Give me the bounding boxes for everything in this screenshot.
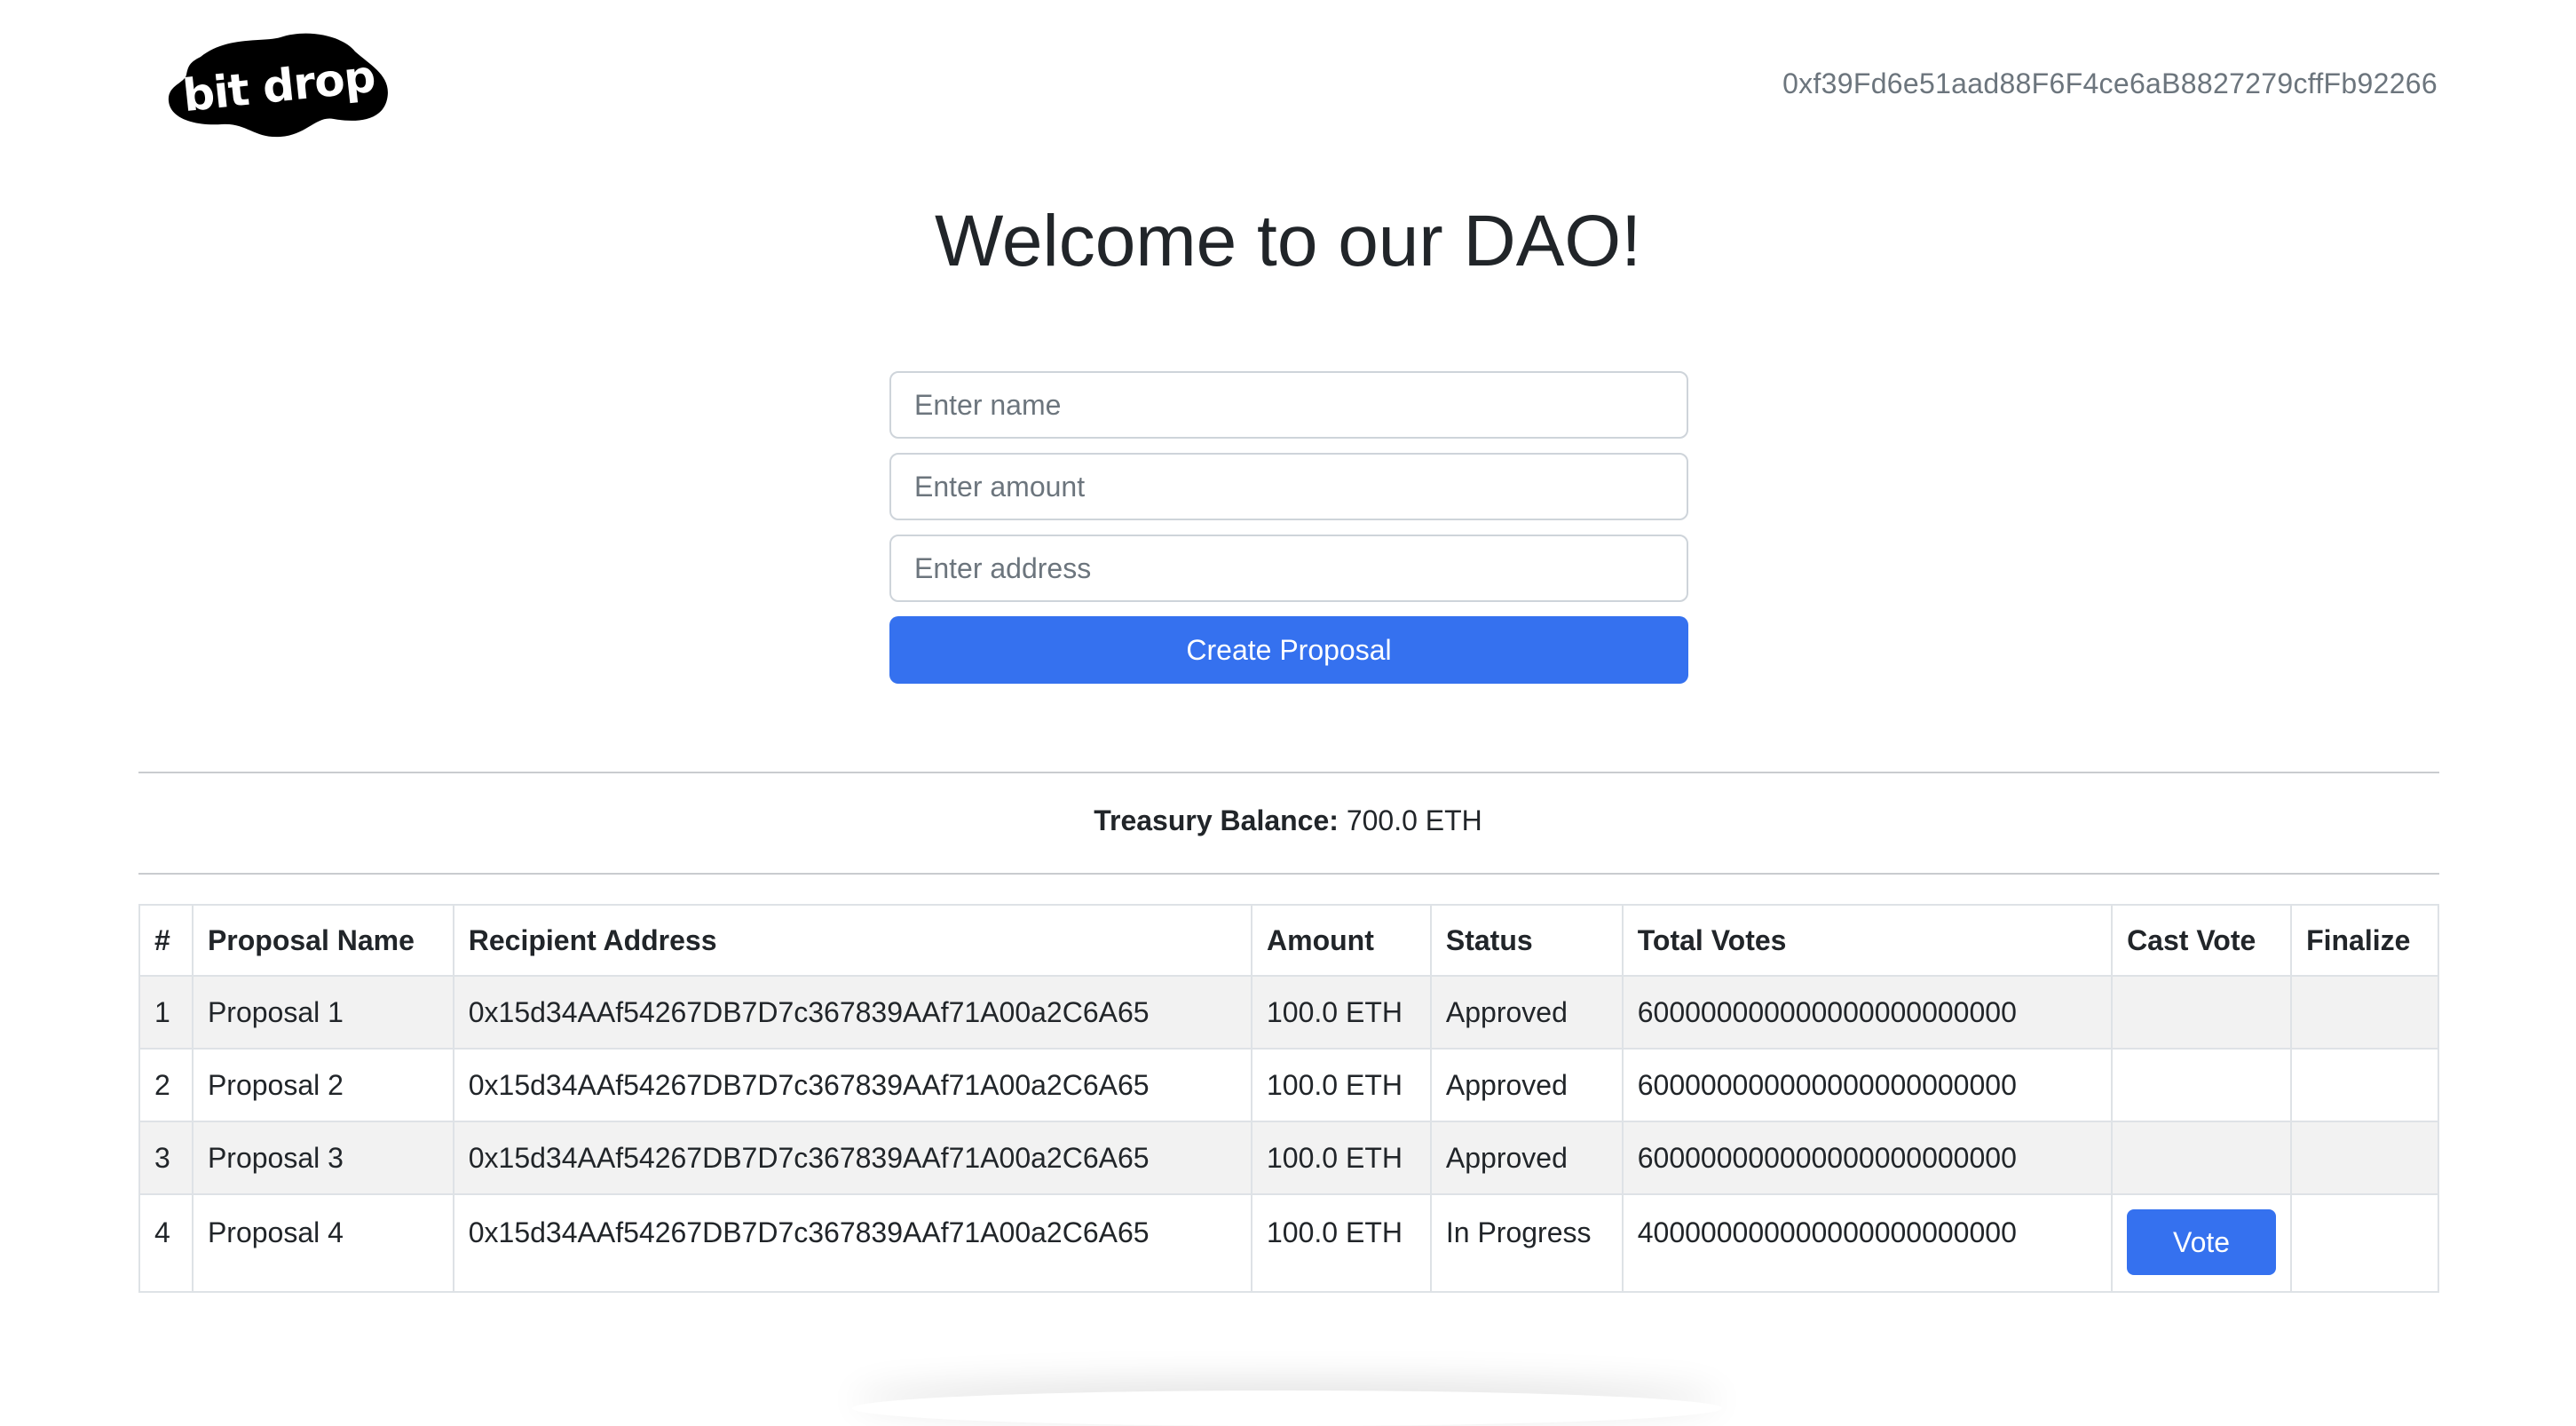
divider-top — [138, 772, 2439, 773]
row-recipient-address: 0x15d34AAf54267DB7D7c367839AAf71A00a2C6A… — [452, 1048, 1253, 1122]
row-index: 1 — [138, 975, 194, 1050]
row-cast-vote — [2111, 1121, 2293, 1195]
create-proposal-form: Create Proposal — [889, 371, 1688, 684]
header-status: Status — [1429, 904, 1624, 977]
row-recipient-address: 0x15d34AAf54267DB7D7c367839AAf71A00a2C6A… — [452, 975, 1253, 1050]
header-amount: Amount — [1251, 904, 1432, 977]
row-amount: 100.0 ETH — [1251, 1121, 1432, 1195]
header-total-votes: Total Votes — [1621, 904, 2114, 977]
divider-bottom — [138, 873, 2439, 875]
proposals-table: # Proposal Name Recipient Address Amount… — [138, 904, 2439, 1293]
row-total-votes: 600000000000000000000000 — [1621, 1121, 2114, 1195]
treasury-balance: Treasury Balance: 700.0 ETH — [0, 804, 2576, 837]
row-proposal-name: Proposal 1 — [191, 975, 454, 1050]
row-finalize — [2290, 1048, 2439, 1122]
header-index: # — [138, 904, 194, 977]
header-finalize: Finalize — [2290, 904, 2439, 977]
row-finalize — [2290, 975, 2439, 1050]
header-recipient-address: Recipient Address — [452, 904, 1253, 977]
row-finalize — [2290, 1121, 2439, 1195]
header-cast-vote: Cast Vote — [2111, 904, 2293, 977]
row-cast-vote — [2111, 1048, 2293, 1122]
table-row: 3 Proposal 3 0x15d34AAf54267DB7D7c367839… — [138, 1121, 2439, 1195]
row-cast-vote — [2111, 975, 2293, 1050]
row-recipient-address: 0x15d34AAf54267DB7D7c367839AAf71A00a2C6A… — [452, 1121, 1253, 1195]
bit-drop-logo[interactable]: bit drop — [165, 30, 392, 140]
proposal-address-input[interactable] — [889, 535, 1688, 602]
treasury-value: 700.0 ETH — [1346, 804, 1482, 836]
table-row: 2 Proposal 2 0x15d34AAf54267DB7D7c367839… — [138, 1048, 2439, 1122]
table-header-row: # Proposal Name Recipient Address Amount… — [138, 904, 2439, 977]
row-amount: 100.0 ETH — [1251, 1193, 1432, 1293]
wallet-address: 0xf39Fd6e51aad88F6F4ce6aB8827279cffFb922… — [1782, 67, 2438, 99]
vote-button[interactable]: Vote — [2127, 1209, 2277, 1275]
row-total-votes: 600000000000000000000000 — [1621, 975, 2114, 1050]
row-proposal-name: Proposal 4 — [191, 1193, 454, 1293]
header-proposal-name: Proposal Name — [191, 904, 454, 977]
row-total-votes: 400000000000000000000000 — [1621, 1193, 2114, 1293]
bottom-shadow — [852, 1390, 1722, 1426]
row-index: 3 — [138, 1121, 194, 1195]
row-amount: 100.0 ETH — [1251, 975, 1432, 1050]
row-index: 4 — [138, 1193, 194, 1293]
row-status: Approved — [1429, 1048, 1624, 1122]
page-title: Welcome to our DAO! — [935, 201, 1641, 281]
row-status: In Progress — [1429, 1193, 1624, 1293]
row-status: Approved — [1429, 975, 1624, 1050]
table-row: 1 Proposal 1 0x15d34AAf54267DB7D7c367839… — [138, 975, 2439, 1050]
row-recipient-address: 0x15d34AAf54267DB7D7c367839AAf71A00a2C6A… — [452, 1193, 1253, 1293]
proposal-amount-input[interactable] — [889, 453, 1688, 520]
row-proposal-name: Proposal 2 — [191, 1048, 454, 1122]
row-cast-vote: Vote — [2111, 1193, 2293, 1293]
table-row: 4 Proposal 4 0x15d34AAf54267DB7D7c367839… — [138, 1193, 2439, 1293]
row-status: Approved — [1429, 1121, 1624, 1195]
row-index: 2 — [138, 1048, 194, 1122]
row-total-votes: 600000000000000000000000 — [1621, 1048, 2114, 1122]
row-finalize — [2290, 1193, 2439, 1293]
row-proposal-name: Proposal 3 — [191, 1121, 454, 1195]
row-amount: 100.0 ETH — [1251, 1048, 1432, 1122]
create-proposal-button[interactable]: Create Proposal — [889, 616, 1688, 684]
proposal-name-input[interactable] — [889, 371, 1688, 439]
treasury-label: Treasury Balance: — [1094, 804, 1339, 836]
